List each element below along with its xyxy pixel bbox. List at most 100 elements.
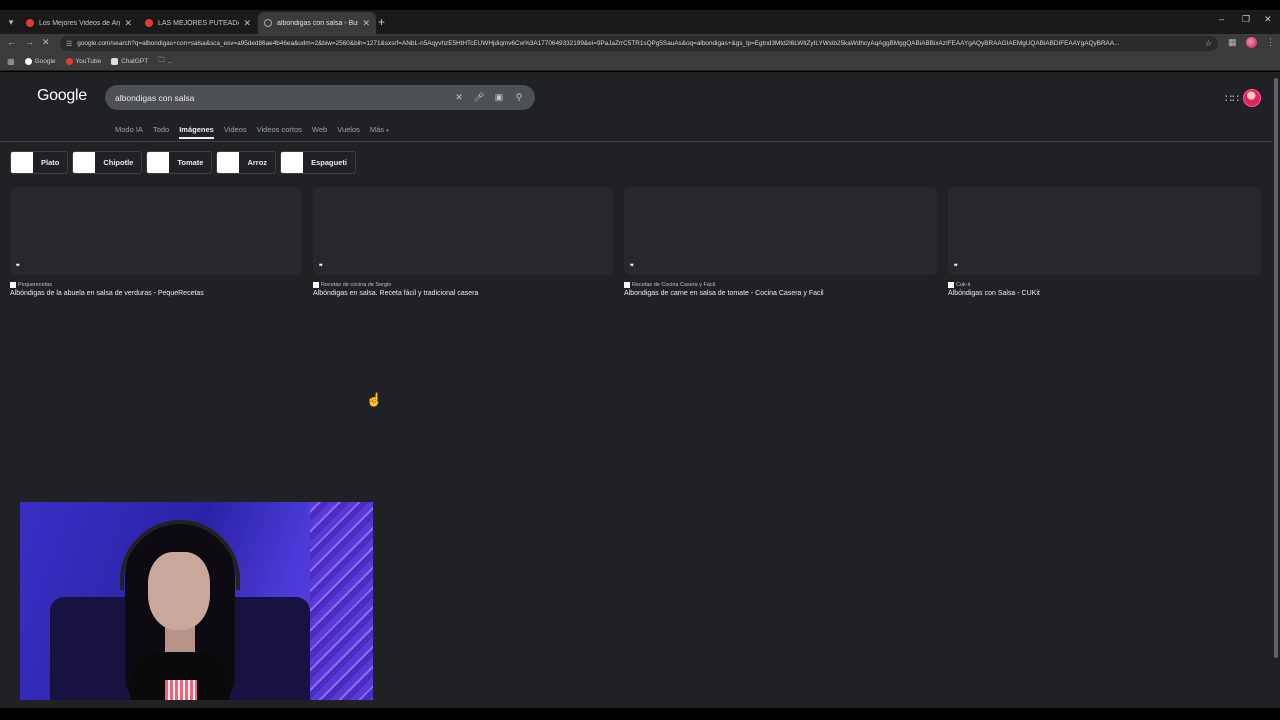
minimize-icon[interactable]: – [1219,14,1224,24]
bookmark-star-icon[interactable]: ☆ [1205,39,1212,48]
chip-thumbnail [217,152,240,173]
result-title[interactable]: Albondigas de carne en salsa de tomate -… [624,290,937,297]
google-icon [264,19,272,27]
tab-search-chevron-icon[interactable]: ▾ [4,15,18,29]
bookmark-folder[interactable]: 🗀 .. [158,56,172,67]
result-source[interactable]: Recetas de cocina de Sergio [313,282,613,288]
close-tab-icon[interactable]: ✕ [124,18,132,29]
bookmark-youtube[interactable]: YouTube [65,57,101,65]
recipe-badge-icon: ❞ [630,264,634,271]
site-favicon [313,282,319,288]
tab-strip: ▾ Los Mejores Videos de Argentin ✕ LAS M… [0,10,1280,34]
bookmarks-bar: ▦ Google YouTube ChatGPT 🗀 .. [0,52,1280,71]
search-icon[interactable]: ⚲ [509,92,529,103]
hand-cursor-icon: ☝ [366,392,383,407]
stop-loading-icon[interactable]: ✕ [42,37,50,48]
webcam-shirt-pattern [165,680,197,700]
search-nav-tabs: Modo IA Todo Imágenes Videos Videos cort… [115,125,399,139]
result-title[interactable]: Albóndigas de la abuela en salsa de verd… [10,290,302,297]
account-avatar[interactable] [1243,89,1261,107]
youtube-icon [26,19,34,27]
result-title[interactable]: Albóndigas con Salsa - CUKit [948,290,1261,297]
close-tab-icon[interactable]: ✕ [243,18,251,29]
image-thumbnail[interactable]: ❞ [10,187,302,275]
clear-icon[interactable]: ✕ [449,92,469,103]
extensions-icon[interactable]: ▦ [1228,37,1237,48]
chip-thumbnail [147,152,170,173]
tab-web[interactable]: Web [312,125,327,134]
google-icon [24,57,32,65]
recipe-badge-icon: ❞ [16,264,20,271]
apps-grid-icon[interactable]: ▦ [7,57,15,66]
chip-arroz[interactable]: Arroz [216,151,277,174]
google-logo[interactable]: Google [37,87,87,105]
profile-avatar[interactable] [1246,37,1257,48]
image-thumbnail[interactable]: ❞ [313,187,613,275]
source-name: Cuk-it [956,282,971,288]
new-tab-icon[interactable]: + [378,15,385,29]
browser-menu-icon[interactable]: ⋮ [1266,37,1275,48]
result-source[interactable]: Recetas de Cocina Casera y Fácil [624,282,937,288]
webcam-overlay [20,502,373,700]
tab-imagenes[interactable]: Imágenes [179,125,214,139]
headset-icon [120,520,240,590]
chip-label: Plato [41,158,60,167]
image-thumbnail[interactable]: ❞ [624,187,937,275]
chip-espagueti[interactable]: Espagueti [280,151,356,174]
page-scrollbar[interactable] [1272,72,1280,708]
forward-icon[interactable]: → [25,37,34,47]
image-thumbnail[interactable]: ❞ [948,187,1261,275]
chip-label: Chipotle [103,158,134,167]
tab-modo-ia[interactable]: Modo IA [115,125,143,134]
chip-label: Arroz [247,158,268,167]
tab-videos-cortos[interactable]: Videos cortos [257,125,302,134]
webcam-background-wall [310,502,373,700]
bookmark-chatgpt[interactable]: ChatGPT [111,57,148,65]
bookmark-google[interactable]: Google [24,57,56,65]
tab-title: LAS MEJORES PUTEADAS DE T [158,19,239,27]
chip-label: Espagueti [311,158,347,167]
image-result[interactable]: ❞ Pequerecetas Albóndigas de la abuela e… [10,187,302,297]
chip-chipotle[interactable]: Chipotle [72,151,143,174]
search-input[interactable]: albondigas con salsa [115,93,449,103]
address-bar[interactable]: ☰ google.com/search?q=albondigas+con+sal… [60,36,1218,51]
browser-toolbar: ← → ✕ ☰ google.com/search?q=albondigas+c… [0,34,1280,52]
bookmark-label: Google [34,57,56,65]
result-source[interactable]: Pequerecetas [10,282,302,288]
tab-mas-label: Más [369,125,385,134]
lens-icon[interactable]: ▣ [489,92,509,103]
tab-todo[interactable]: Todo [153,125,169,134]
result-source[interactable]: Cuk-it [948,282,1261,288]
tab-vuelos[interactable]: Vuelos [337,125,360,134]
tab-videos[interactable]: Videos [224,125,247,134]
microphone-icon[interactable]: 🎤︎ [469,92,489,103]
header-divider [0,141,1272,142]
recipe-badge-icon: ❞ [954,264,958,271]
chip-plato[interactable]: Plato [10,151,69,174]
image-result[interactable]: ❞ Recetas de Cocina Casera y Fácil Albon… [624,187,937,297]
close-window-icon[interactable]: ✕ [1264,14,1272,25]
image-result[interactable]: ❞ Recetas de cocina de Sergio Albóndigas… [313,187,613,297]
browser-tab-1[interactable]: Los Mejores Videos de Argentin ✕ [20,12,138,34]
site-info-icon[interactable]: ☰ [66,40,72,48]
chip-thumbnail [11,152,33,173]
close-tab-icon[interactable]: ✕ [362,18,370,29]
google-apps-icon[interactable]: ∷∷ [1225,92,1239,105]
back-icon[interactable]: ← [7,37,16,47]
site-favicon [948,282,954,288]
scrollbar-thumb[interactable] [1274,78,1278,658]
result-title[interactable]: Albóndigas en salsa. Receta fácil y trad… [313,290,613,297]
browser-tab-3[interactable]: albondigas con salsa - Buscar c ✕ [258,12,376,34]
youtube-icon [65,57,73,65]
site-favicon [624,282,630,288]
image-results-grid: ❞ Pequerecetas Albóndigas de la abuela e… [0,187,1272,307]
image-result[interactable]: ❞ Cuk-it Albóndigas con Salsa - CUKit [948,187,1261,297]
tab-mas[interactable]: Más ▾ [370,125,389,134]
source-name: Recetas de Cocina Casera y Fácil [632,282,716,288]
search-box[interactable]: albondigas con salsa ✕ 🎤︎ ▣ ⚲ [105,85,535,110]
restore-icon[interactable]: ❐ [1242,14,1250,25]
chip-tomate[interactable]: Tomate [146,151,213,174]
browser-tab-2[interactable]: LAS MEJORES PUTEADAS DE T ✕ [139,12,257,34]
youtube-icon [145,19,153,27]
bottom-edge [0,708,1280,720]
